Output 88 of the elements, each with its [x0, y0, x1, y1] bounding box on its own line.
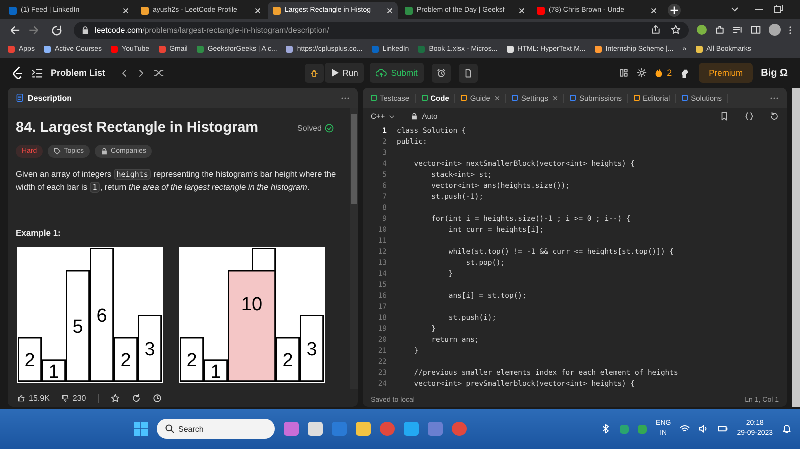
site-icon [141, 6, 149, 14]
notification-icon[interactable] [782, 424, 792, 434]
thumbs-down-icon [62, 394, 69, 402]
menu-icon[interactable] [789, 24, 792, 36]
bar-label: 6 [96, 306, 108, 327]
previous-icon[interactable] [120, 68, 129, 78]
close-icon[interactable] [553, 96, 558, 100]
puzzle-icon[interactable] [715, 25, 725, 35]
play-icon [330, 69, 339, 77]
lock-icon [101, 148, 108, 155]
bar-label: 5 [72, 317, 84, 338]
run-button[interactable]: Run [324, 63, 364, 83]
new-tab-icon[interactable] [668, 4, 681, 17]
premium-button[interactable]: Premium [699, 63, 754, 83]
description-tab[interactable]: Description [16, 94, 72, 102]
lock-icon [82, 26, 89, 34]
folder-icon[interactable] [356, 422, 371, 436]
bar-label: 2 [186, 350, 198, 372]
star-icon[interactable] [111, 394, 120, 402]
solved-status: Solved [298, 124, 322, 132]
shuffle-icon[interactable] [154, 68, 164, 78]
refresh-icon[interactable] [132, 394, 142, 402]
bar-label: 2 [24, 350, 36, 372]
share-icon[interactable] [651, 25, 661, 35]
layout-icon[interactable] [619, 68, 630, 78]
settings-icon[interactable] [637, 68, 648, 78]
close-icon[interactable] [495, 96, 500, 100]
caret-icon [389, 114, 396, 118]
reset-icon[interactable] [770, 112, 779, 121]
close-icon[interactable] [387, 8, 393, 14]
tag-icon [54, 148, 62, 155]
note-icon[interactable] [464, 68, 473, 78]
start-icon[interactable] [134, 422, 148, 436]
list-icon[interactable] [32, 68, 43, 78]
more-icon[interactable] [341, 96, 350, 100]
scrollbar[interactable] [792, 88, 800, 407]
next-icon[interactable] [136, 68, 146, 78]
close-icon[interactable] [519, 8, 525, 14]
bar-label: 1 [48, 362, 60, 383]
bar-label: 3 [144, 340, 156, 360]
notes-button[interactable] [458, 64, 478, 82]
bar-label: 2 [282, 350, 294, 372]
area-label: 10 [241, 294, 263, 316]
search-icon [164, 424, 175, 434]
bug-icon[interactable] [310, 68, 319, 78]
alarm-clock-icon[interactable] [436, 68, 446, 78]
bar-label: 2 [120, 350, 132, 372]
close-icon[interactable] [123, 8, 129, 14]
battery-icon[interactable] [718, 424, 728, 434]
close-icon[interactable] [651, 8, 657, 14]
sidebar-icon[interactable] [751, 25, 761, 35]
site-icon [9, 6, 17, 14]
search-field[interactable]: Search [156, 419, 275, 439]
username[interactable]: Big Ω [761, 68, 788, 78]
address-field[interactable]: leetcode.com/problems/largest-rectangle-in-histogram/description/ [74, 22, 689, 38]
star-icon[interactable] [671, 25, 681, 35]
volume-icon[interactable] [699, 424, 710, 434]
bluetooth-icon[interactable] [601, 424, 612, 434]
task-view-icon[interactable] [308, 422, 323, 436]
scrollbar[interactable] [350, 108, 358, 389]
bar-label: 1 [210, 362, 222, 383]
close-icon[interactable] [255, 8, 261, 14]
extension-icon[interactable] [697, 25, 707, 35]
like-button[interactable]: 15.9K [18, 394, 50, 402]
site-icon [273, 6, 281, 14]
timer-button[interactable] [432, 64, 451, 82]
check-circle-icon [325, 124, 334, 132]
braces-icon[interactable] [745, 112, 754, 121]
document-icon [16, 94, 24, 102]
debug-button[interactable] [304, 64, 324, 82]
more-icon[interactable] [770, 96, 779, 100]
clock-icon[interactable] [153, 394, 162, 402]
cloud-upload-icon [376, 68, 388, 78]
site-icon [405, 6, 413, 14]
logo-icon[interactable] [12, 66, 24, 80]
lock-icon [411, 113, 418, 120]
bookmark-icon[interactable] [720, 112, 729, 121]
problem-title: 84. Largest Rectangle in Histogram [16, 120, 259, 136]
submit-button[interactable]: Submit [370, 63, 424, 83]
thumbs-up-icon [18, 394, 25, 402]
wifi-icon[interactable] [680, 424, 690, 434]
problem-list-link[interactable]: Problem List [51, 68, 106, 78]
streak-counter[interactable]: 2 [655, 68, 672, 78]
playlist-icon[interactable] [733, 25, 743, 35]
site-icon [537, 6, 545, 14]
example-heading: Example 1: [16, 228, 62, 238]
dislike-button[interactable]: 230 [62, 394, 86, 402]
bar-label: 3 [306, 340, 318, 360]
